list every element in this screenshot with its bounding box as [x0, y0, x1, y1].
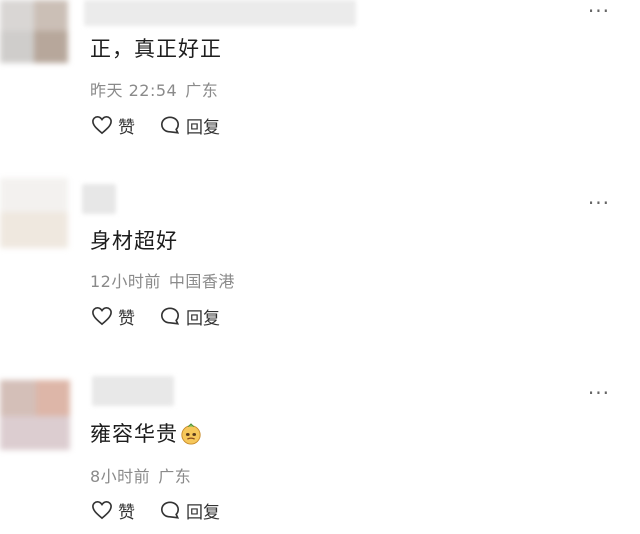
like-button[interactable]: 赞: [91, 498, 135, 523]
comment-text: 正，真正好正: [90, 37, 222, 61]
reply-button[interactable]: 回复: [159, 498, 220, 523]
heart-icon: [92, 500, 112, 520]
comment-text: 身材超好: [90, 229, 178, 253]
comment-list: ··· 正，真正好正 昨天 22:54 广东 赞 回复 ··· 身材超好 12小时…: [0, 0, 640, 534]
comment-actions: 赞 回复: [91, 304, 244, 329]
comment-time: 昨天 22:54: [90, 81, 178, 100]
more-options-icon[interactable]: ···: [588, 383, 610, 403]
reply-button[interactable]: 回复: [159, 113, 220, 138]
like-button[interactable]: 赞: [91, 113, 135, 138]
username[interactable]: [84, 0, 356, 26]
username[interactable]: [82, 184, 116, 214]
comment-actions: 赞 回复: [91, 498, 244, 523]
comment-meta: 昨天 22:54 广东: [90, 77, 218, 101]
reply-label: 回复: [186, 117, 220, 138]
username[interactable]: [92, 376, 174, 406]
like-label: 赞: [118, 502, 135, 523]
comment-text-content: 雍容华贵: [90, 422, 178, 446]
like-button[interactable]: 赞: [91, 304, 135, 329]
comment-item: ··· 身材超好 12小时前 中国香港 赞 回复: [0, 176, 640, 336]
speech-bubble-icon: [160, 116, 180, 134]
more-options-icon[interactable]: ···: [588, 1, 610, 21]
like-label: 赞: [118, 308, 135, 329]
speech-bubble-icon: [160, 501, 180, 519]
avatar[interactable]: [0, 178, 68, 248]
speech-bubble-icon: [160, 307, 180, 325]
reply-label: 回复: [186, 502, 220, 523]
comment-location: 广东: [185, 81, 219, 100]
comment-location: 中国香港: [168, 272, 235, 291]
comment-location: 广东: [158, 467, 192, 486]
comment-text: 雍容华贵: [90, 418, 202, 448]
reply-button[interactable]: 回复: [159, 304, 220, 329]
comment-time: 12小时前: [90, 272, 161, 291]
face-emoji-icon: [181, 423, 201, 445]
comment-meta: 8小时前 广东: [90, 463, 191, 487]
comment-item: ··· 雍容华贵 8小时前 广东 赞 回复: [0, 368, 640, 534]
avatar[interactable]: [0, 380, 70, 450]
comment-meta: 12小时前 中国香港: [90, 268, 235, 292]
reply-label: 回复: [186, 308, 220, 329]
comment-item: ··· 正，真正好正 昨天 22:54 广东 赞 回复: [0, 0, 640, 150]
like-label: 赞: [118, 117, 135, 138]
heart-icon: [92, 306, 112, 326]
comment-actions: 赞 回复: [91, 113, 244, 138]
avatar[interactable]: [0, 0, 68, 63]
comment-time: 8小时前: [90, 467, 151, 486]
heart-icon: [92, 115, 112, 135]
more-options-icon[interactable]: ···: [588, 193, 610, 213]
